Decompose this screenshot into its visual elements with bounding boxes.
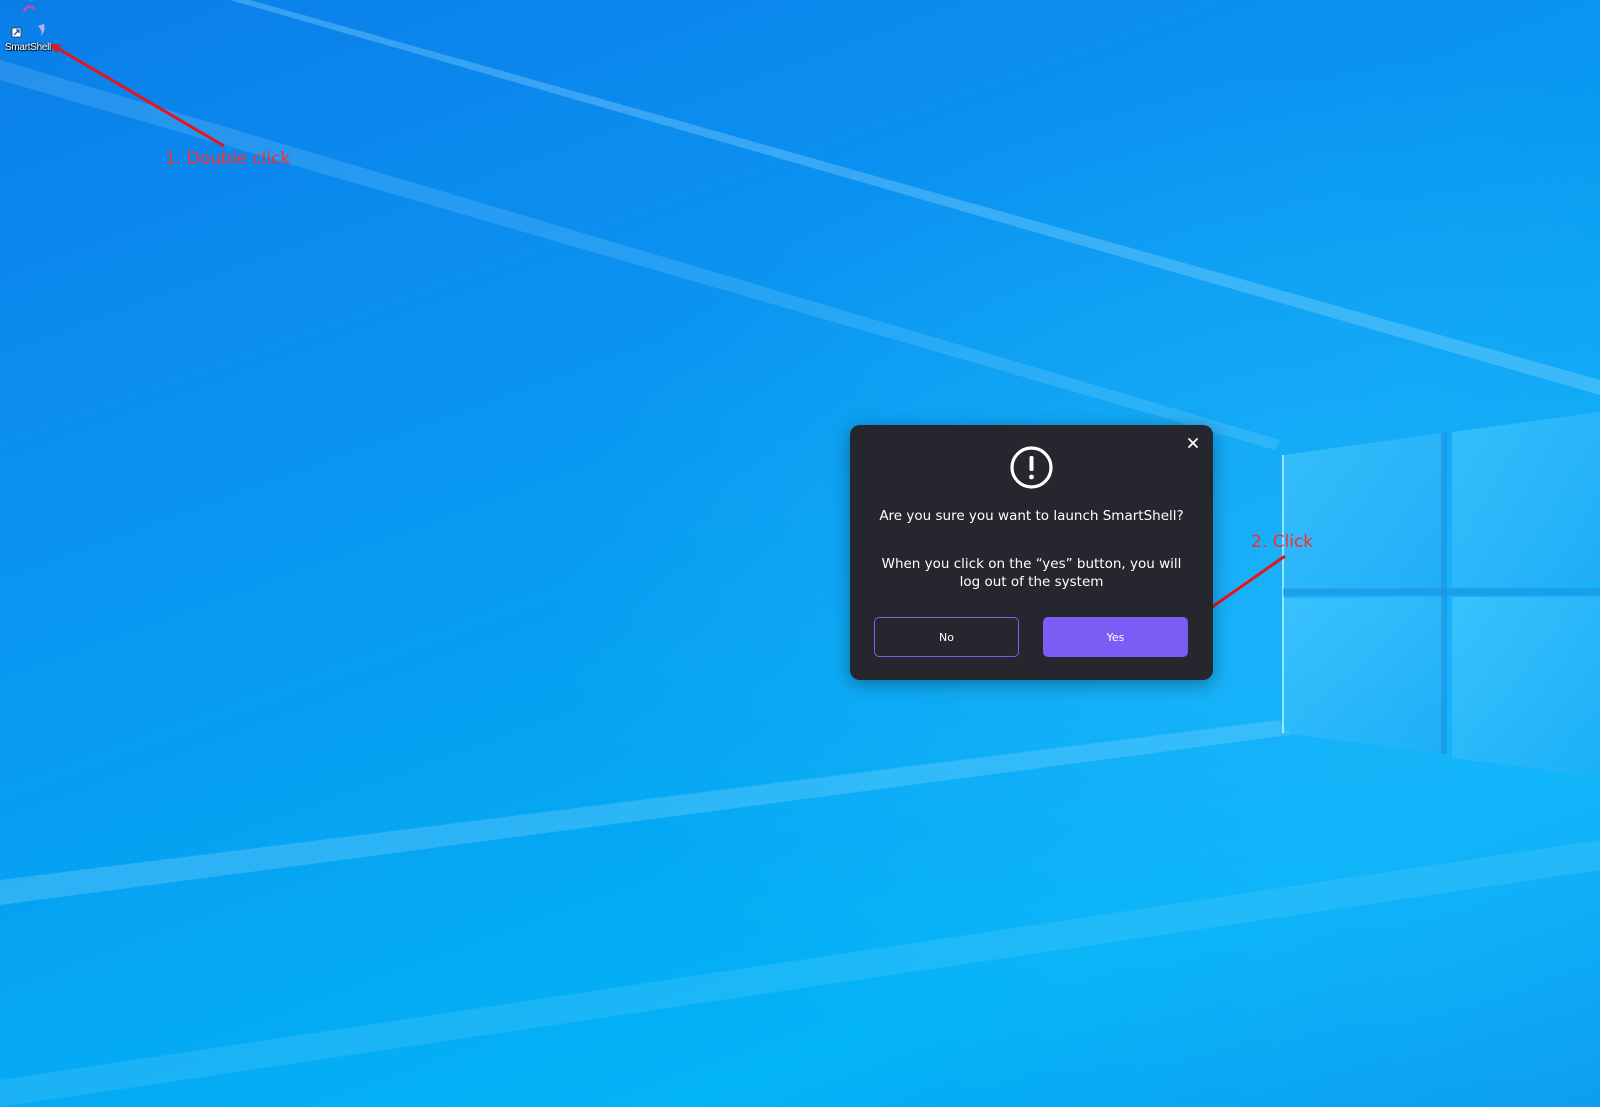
annotation-step-1: 1. Double click (165, 149, 291, 169)
exclamation-circle-icon (1010, 446, 1053, 489)
close-icon[interactable] (1185, 435, 1201, 451)
dialog-warning-text: When you click on the “yes” button, you … (881, 556, 1182, 590)
launch-confirmation-dialog: Are you sure you want to launch SmartShe… (850, 425, 1213, 680)
yes-button[interactable]: Yes (1043, 617, 1188, 657)
annotation-step-2: 2. Click (1251, 532, 1314, 552)
desktop: SmartShell 1. Double click 2. Click Are … (0, 0, 1600, 1107)
smartshell-shortcut-icon (11, 5, 45, 38)
desktop-icon-label: SmartShell (5, 42, 51, 53)
no-button[interactable]: No (874, 617, 1019, 657)
desktop-icon-smartshell[interactable]: SmartShell (2, 2, 54, 54)
dialog-question-text: Are you sure you want to launch SmartShe… (879, 508, 1184, 524)
